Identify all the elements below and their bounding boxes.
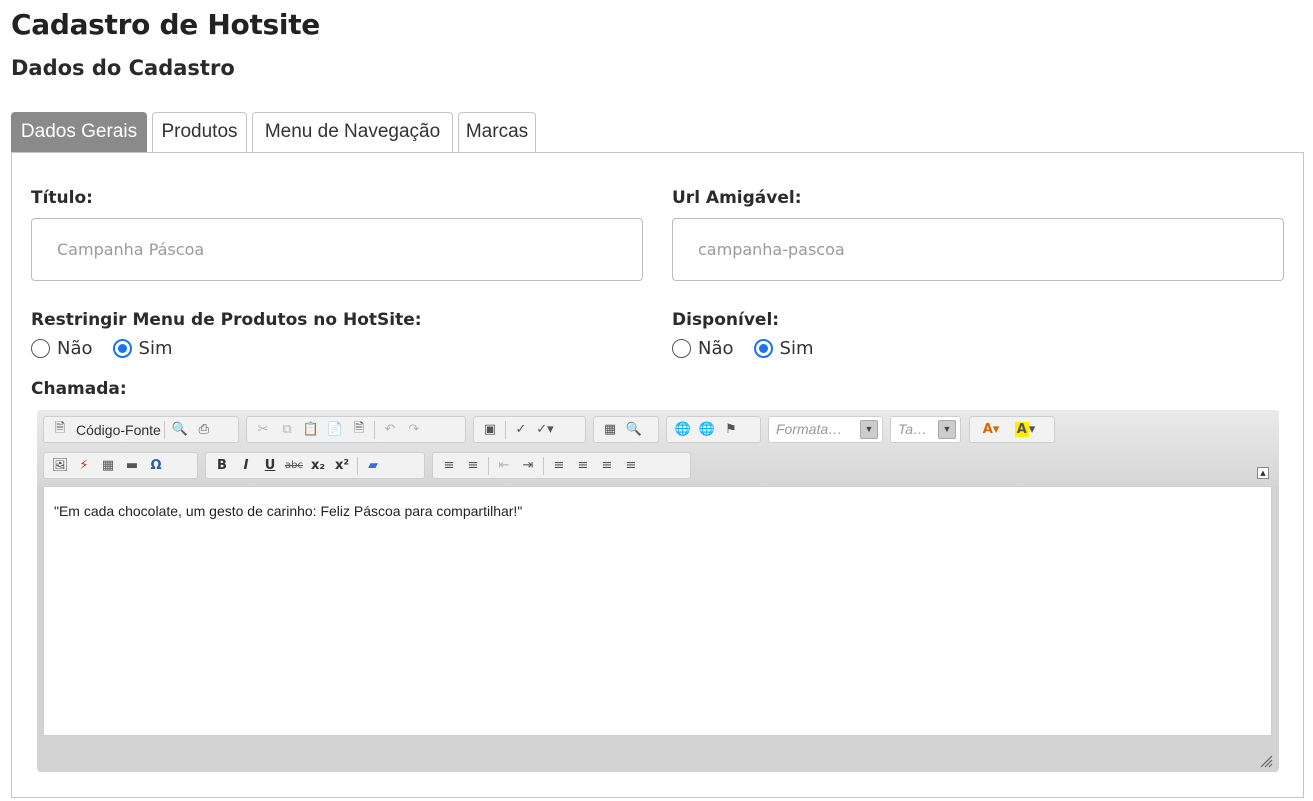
cut-icon[interactable]: ✂ bbox=[251, 419, 275, 441]
table-icon[interactable]: ▦ bbox=[96, 455, 120, 477]
select-all-icon[interactable]: ▣ bbox=[478, 419, 502, 441]
underline-icon[interactable]: U bbox=[258, 455, 282, 477]
restringir-label: Restringir Menu de Produtos no HotSite: bbox=[31, 310, 422, 330]
align-left-icon[interactable]: ≡ bbox=[547, 455, 571, 477]
restringir-nao-radio[interactable] bbox=[31, 339, 50, 358]
background-color-icon[interactable]: A ▾ bbox=[1008, 419, 1042, 441]
print-icon[interactable]: ⎙ bbox=[192, 419, 216, 441]
size-select[interactable]: Ta… ▼ bbox=[890, 416, 961, 443]
tab-panel: Título: Campanha Páscoa Url Amigável: ca… bbox=[11, 152, 1304, 798]
unlink-icon[interactable]: 🌐 bbox=[695, 419, 719, 441]
image-icon[interactable]: 🖼 bbox=[48, 455, 72, 477]
resize-grip-icon[interactable] bbox=[1259, 754, 1273, 768]
page-title: Cadastro de Hotsite bbox=[11, 8, 320, 41]
toolbar-group-clipboard: ✂ ⧉ 📋 📄 🗎 ↶ ↷ bbox=[246, 416, 466, 443]
align-center-icon[interactable]: ≡ bbox=[571, 455, 595, 477]
tab-marcas[interactable]: Marcas bbox=[458, 112, 536, 152]
maximize-icon[interactable]: ▦ bbox=[598, 419, 622, 441]
size-select-placeholder: Ta… bbox=[898, 421, 928, 437]
chevron-down-icon: ▼ bbox=[938, 420, 956, 439]
page-subtitle: Dados do Cadastro bbox=[11, 56, 235, 80]
editor-content-area[interactable]: "Em cada chocolate, um gesto de carinho:… bbox=[43, 486, 1272, 736]
rich-text-editor: 🗎 Código-Fonte 🔍 ⎙ ✂ ⧉ 📋 📄 🗎 ↶ ↷ ▣ ✓ ✓▾ … bbox=[37, 410, 1279, 772]
horizontal-line-icon[interactable]: ▬ bbox=[120, 455, 144, 477]
tab-menu-navegacao[interactable]: Menu de Navegação bbox=[252, 112, 453, 152]
toolbar-group-basic-styles: B I U abc x₂ x² ▰ bbox=[205, 452, 425, 479]
chevron-down-icon: ▼ bbox=[860, 420, 878, 439]
titulo-input[interactable]: Campanha Páscoa bbox=[31, 218, 643, 281]
toolbar-group-document: 🗎 Código-Fonte 🔍 ⎙ bbox=[43, 416, 239, 443]
restringir-nao-label: Não bbox=[57, 338, 93, 359]
toolbar-group-insert: 🖼 ⚡ ▦ ▬ Ω bbox=[43, 452, 198, 479]
redo-icon[interactable]: ↷ bbox=[402, 419, 426, 441]
indent-icon[interactable]: ⇥ bbox=[516, 455, 540, 477]
restringir-radio-group: Não Sim bbox=[31, 338, 192, 359]
superscript-icon[interactable]: x² bbox=[330, 455, 354, 477]
disponivel-sim-radio[interactable] bbox=[753, 339, 773, 358]
spellcheck-icon[interactable]: ✓ bbox=[509, 419, 533, 441]
toolbar-group-paragraph: ≡ ≡ ⇤ ⇥ ≡ ≡ ≡ ≡ bbox=[432, 452, 691, 479]
toolbar-separator bbox=[505, 420, 506, 439]
collapse-toolbar-icon[interactable]: ▲ bbox=[1257, 467, 1269, 479]
spellcheck-dropdown-icon[interactable]: ✓▾ bbox=[533, 419, 557, 441]
tab-dados-gerais[interactable]: Dados Gerais bbox=[11, 112, 147, 152]
toolbar-group-links: 🌐 🌐 ⚑ bbox=[666, 416, 761, 443]
titulo-label: Título: bbox=[31, 188, 93, 208]
copy-icon[interactable]: ⧉ bbox=[275, 419, 299, 441]
disponivel-nao-radio[interactable] bbox=[672, 339, 691, 358]
toolbar-separator bbox=[374, 420, 375, 439]
disponivel-nao-label: Não bbox=[698, 338, 734, 359]
url-label: Url Amigável: bbox=[672, 188, 802, 208]
disponivel-label: Disponível: bbox=[672, 310, 780, 330]
paste-word-icon[interactable]: 🗎 bbox=[347, 419, 371, 441]
flash-icon[interactable]: ⚡ bbox=[72, 455, 96, 477]
restringir-sim-radio[interactable] bbox=[112, 339, 132, 358]
toolbar-separator bbox=[163, 420, 165, 439]
numbered-list-icon[interactable]: ≡ bbox=[437, 455, 461, 477]
disponivel-radio-group: Não Sim bbox=[672, 338, 833, 359]
source-button[interactable]: Código-Fonte bbox=[76, 422, 161, 438]
toolbar-separator bbox=[488, 456, 489, 475]
url-input[interactable]: campanha-pascoa bbox=[672, 218, 1284, 281]
align-right-icon[interactable]: ≡ bbox=[595, 455, 619, 477]
bulleted-list-icon[interactable]: ≡ bbox=[461, 455, 485, 477]
show-blocks-icon[interactable]: 🔍 bbox=[622, 419, 646, 441]
align-justify-icon[interactable]: ≡ bbox=[619, 455, 643, 477]
source-icon[interactable]: 🗎 bbox=[48, 419, 72, 441]
link-icon[interactable]: 🌐 bbox=[671, 419, 695, 441]
italic-icon[interactable]: I bbox=[234, 455, 258, 477]
tab-produtos[interactable]: Produtos bbox=[152, 112, 247, 152]
restringir-sim-label: Sim bbox=[138, 338, 173, 359]
toolbar-group-colors: A▾ A ▾ bbox=[969, 416, 1055, 443]
strikethrough-icon[interactable]: abc bbox=[282, 455, 306, 477]
anchor-flag-icon[interactable]: ⚑ bbox=[719, 419, 743, 441]
toolbar-separator bbox=[543, 456, 544, 475]
outdent-icon[interactable]: ⇤ bbox=[492, 455, 516, 477]
disponivel-sim-label: Sim bbox=[779, 338, 814, 359]
toolbar-group-view: ▦ 🔍 bbox=[593, 416, 659, 443]
format-select[interactable]: Formata… ▼ bbox=[768, 416, 883, 443]
remove-format-icon[interactable]: ▰ bbox=[361, 455, 385, 477]
subscript-icon[interactable]: x₂ bbox=[306, 455, 330, 477]
format-select-placeholder: Formata… bbox=[776, 421, 843, 437]
chamada-label: Chamada: bbox=[31, 379, 127, 399]
paste-icon[interactable]: 📋 bbox=[299, 419, 323, 441]
undo-icon[interactable]: ↶ bbox=[378, 419, 402, 441]
paste-text-icon[interactable]: 📄 bbox=[323, 419, 347, 441]
special-char-icon[interactable]: Ω bbox=[144, 455, 168, 477]
toolbar-group-editing: ▣ ✓ ✓▾ bbox=[473, 416, 586, 443]
bold-icon[interactable]: B bbox=[210, 455, 234, 477]
text-color-icon[interactable]: A▾ bbox=[974, 419, 1008, 441]
preview-icon[interactable]: 🔍 bbox=[168, 419, 192, 441]
toolbar-separator bbox=[357, 456, 358, 475]
